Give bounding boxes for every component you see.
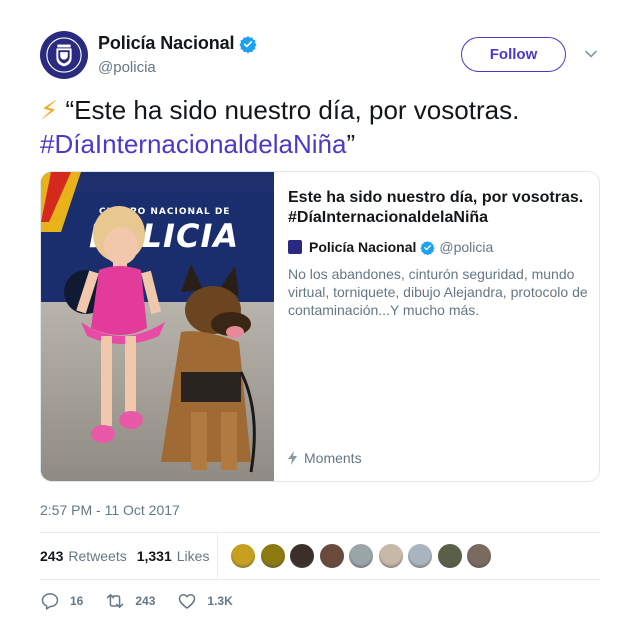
- retweets-count: 243: [40, 548, 64, 564]
- tweet: Policía Nacional @policia Follow ⚡ “Este…: [0, 0, 640, 641]
- card-body[interactable]: Este ha sido nuestro día, por vosotras. …: [288, 188, 588, 319]
- verified-badge-icon: [239, 35, 258, 53]
- liker-avatar[interactable]: [377, 543, 404, 569]
- like-button[interactable]: 1.3K: [177, 591, 233, 611]
- tweet-text: ⚡ “Este ha sido nuestro día, por vosotra…: [40, 93, 610, 161]
- tweet-close-quote: ”: [346, 129, 356, 159]
- card-author-handle: @policia: [439, 239, 494, 255]
- card-title[interactable]: Este ha sido nuestro día, por vosotras. …: [288, 188, 588, 228]
- chevron-down-icon[interactable]: [584, 47, 598, 61]
- retweet-icon: [107, 594, 124, 608]
- moment-card[interactable]: CUERPO NACIONAL DE POLICIA Este ha sido …: [40, 171, 600, 482]
- tweet-actions: 16 243 1.3K: [40, 589, 255, 613]
- likes-label: Likes: [176, 548, 210, 564]
- reply-count: 16: [70, 594, 84, 608]
- liker-avatar[interactable]: [436, 543, 463, 569]
- hashtag-link[interactable]: #DíaInternacionaldelaNiña: [40, 129, 346, 159]
- liker-avatar[interactable]: [289, 543, 315, 569]
- like-count: 1.3K: [207, 594, 233, 608]
- card-author: Policía Nacional @policia: [288, 239, 588, 255]
- likes-stat[interactable]: 1,331 Likes: [137, 548, 210, 564]
- police-crest-icon: [46, 37, 82, 73]
- tweet-stats: 243 Retweets 1,331 Likes: [40, 533, 600, 579]
- retweets-label: Retweets: [68, 548, 127, 564]
- card-author-name: Policía Nacional: [309, 239, 417, 255]
- lightning-emoji: ⚡: [40, 95, 59, 125]
- tweet-timestamp[interactable]: 2:57 PM - 11 Oct 2017: [40, 502, 180, 518]
- follow-button[interactable]: Follow: [461, 37, 566, 72]
- reply-icon: [41, 593, 59, 610]
- card-image[interactable]: CUERPO NACIONAL DE POLICIA: [41, 172, 274, 481]
- retweet-count: 243: [135, 594, 156, 608]
- liker-avatar[interactable]: [407, 543, 433, 569]
- reply-button[interactable]: 16: [40, 591, 83, 611]
- liker-avatar[interactable]: [259, 543, 286, 569]
- moments-bolt-icon: [288, 451, 297, 465]
- retweets-stat[interactable]: 243 Retweets: [40, 548, 127, 564]
- display-name[interactable]: Policía Nacional: [98, 33, 235, 54]
- liker-avatar[interactable]: [466, 543, 492, 569]
- heart-icon: [179, 594, 196, 609]
- liker-avatar[interactable]: [230, 543, 256, 569]
- liker-avatar[interactable]: [318, 543, 345, 569]
- stats-separator: [217, 533, 218, 579]
- author-name-row[interactable]: Policía Nacional: [98, 33, 258, 54]
- author-handle[interactable]: @policia: [98, 59, 156, 76]
- liker-avatar[interactable]: [348, 543, 374, 569]
- tweet-body: “Este ha sido nuestro día, por vosotras.: [65, 95, 520, 125]
- avatar[interactable]: [40, 31, 88, 79]
- moments-label: Moments: [304, 450, 362, 466]
- girl-and-police-dog-photo: CUERPO NACIONAL DE POLICIA: [41, 172, 274, 481]
- card-author-avatar: [288, 240, 302, 254]
- verified-badge-icon: [420, 240, 436, 255]
- liker-avatars: [230, 543, 496, 569]
- card-description: No los abandones, cinturón seguridad, mu…: [288, 266, 588, 318]
- divider: [40, 579, 600, 580]
- likes-count: 1,331: [136, 548, 172, 564]
- retweet-button[interactable]: 243: [105, 591, 155, 611]
- card-footer: Moments: [288, 450, 362, 466]
